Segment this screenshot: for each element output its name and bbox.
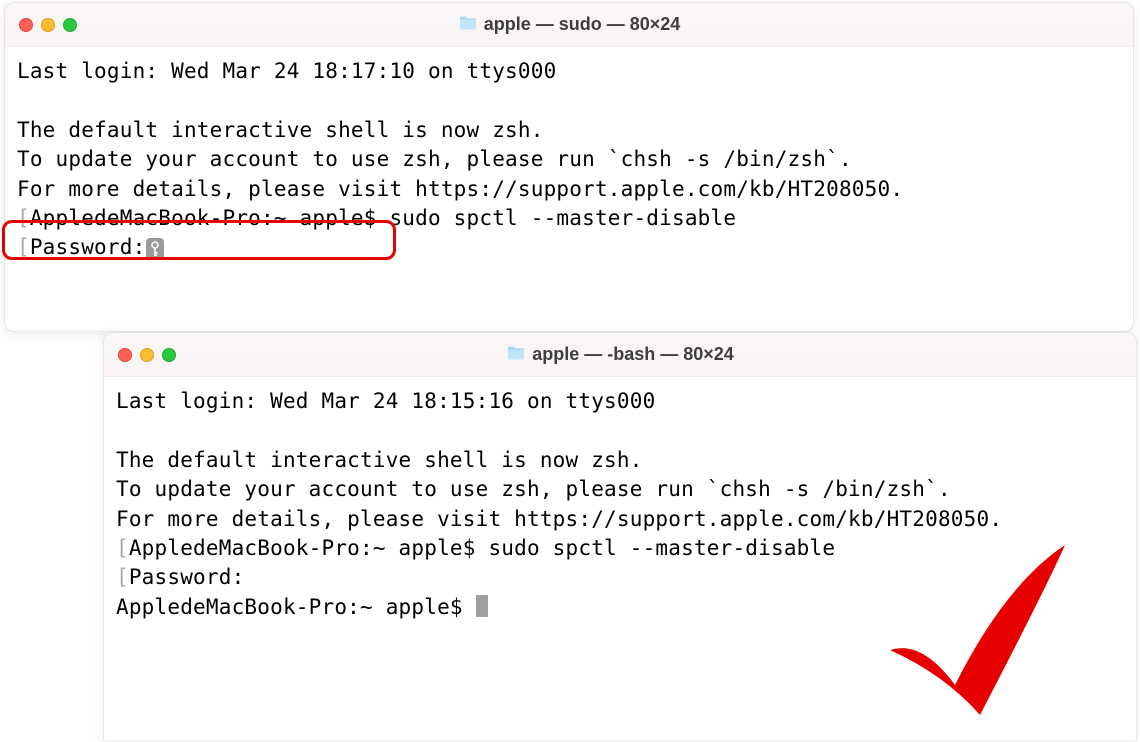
terminal-line: The default interactive shell is now zsh… <box>17 118 544 142</box>
cursor-icon <box>476 595 488 617</box>
title-bar[interactable]: apple — -bash — 80×24 <box>104 333 1136 377</box>
terminal-line: For more details, please visit https://s… <box>116 507 1002 531</box>
window-title-wrap: apple — -bash — 80×24 <box>104 344 1136 365</box>
terminal-line: To update your account to use zsh, pleas… <box>116 477 951 501</box>
title-bar[interactable]: apple — sudo — 80×24 <box>5 3 1133 47</box>
terminal-line: To update your account to use zsh, pleas… <box>17 147 852 171</box>
traffic-lights <box>19 18 77 32</box>
window-title: apple — -bash — 80×24 <box>532 344 734 365</box>
traffic-lights <box>118 348 176 362</box>
key-icon <box>146 238 164 260</box>
maximize-button[interactable] <box>63 18 77 32</box>
prompt-open-bracket: [ <box>116 565 129 589</box>
terminal-window-sudo[interactable]: apple — sudo — 80×24 Last login: Wed Mar… <box>4 2 1134 332</box>
folder-icon <box>506 345 526 365</box>
window-title-wrap: apple — sudo — 80×24 <box>5 14 1133 35</box>
terminal-line: AppledeMacBook-Pro:~ apple$ sudo spctl -… <box>30 206 736 230</box>
terminal-body[interactable]: Last login: Wed Mar 24 18:15:16 on ttys0… <box>104 377 1136 632</box>
terminal-window-bash[interactable]: apple — -bash — 80×24 Last login: Wed Ma… <box>103 332 1137 740</box>
prompt-open-bracket: [ <box>17 206 30 230</box>
password-prompt-label: Password: <box>129 565 245 589</box>
shell-prompt: AppledeMacBook-Pro:~ apple$ <box>116 595 476 619</box>
terminal-line: Last login: Wed Mar 24 18:15:16 on ttys0… <box>116 389 655 413</box>
prompt-open-bracket: [ <box>17 235 30 259</box>
close-button[interactable] <box>118 348 132 362</box>
minimize-button[interactable] <box>41 18 55 32</box>
terminal-line: The default interactive shell is now zsh… <box>116 448 643 472</box>
prompt-open-bracket: [ <box>116 536 129 560</box>
password-prompt-label: Password: <box>30 235 146 259</box>
folder-icon <box>458 15 478 35</box>
maximize-button[interactable] <box>162 348 176 362</box>
window-title: apple — sudo — 80×24 <box>484 14 681 35</box>
terminal-line: For more details, please visit https://s… <box>17 177 903 201</box>
minimize-button[interactable] <box>140 348 154 362</box>
close-button[interactable] <box>19 18 33 32</box>
terminal-line: Last login: Wed Mar 24 18:17:10 on ttys0… <box>17 59 556 83</box>
terminal-line: AppledeMacBook-Pro:~ apple$ sudo spctl -… <box>129 536 835 560</box>
terminal-body[interactable]: Last login: Wed Mar 24 18:17:10 on ttys0… <box>5 47 1133 273</box>
